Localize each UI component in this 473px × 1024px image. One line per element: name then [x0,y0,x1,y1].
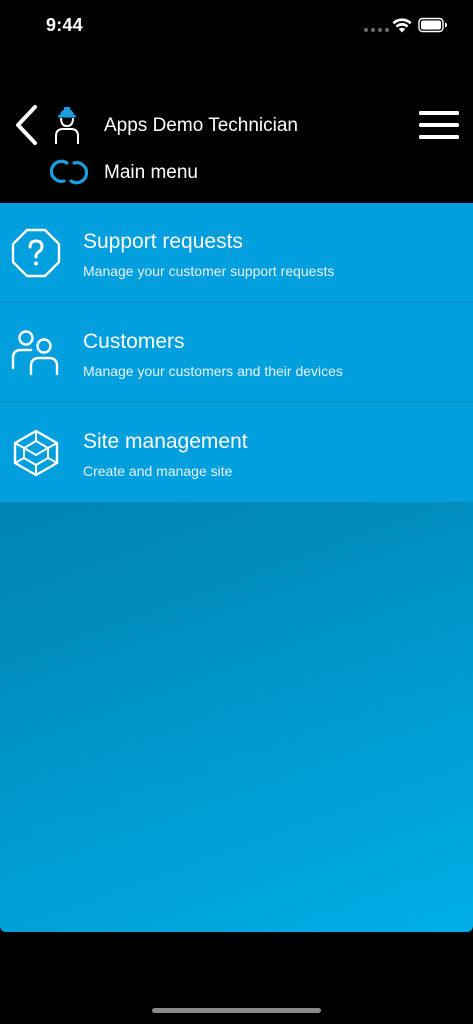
main-content: Support requests Manage your customer su… [0,203,473,932]
menu-item-customers[interactable]: Customers Manage your customers and thei… [0,303,473,403]
home-indicator[interactable] [152,1008,321,1013]
users-icon [11,330,59,376]
menu-item-description: Manage your customers and their devices [83,363,343,379]
back-button[interactable] [10,103,42,147]
status-bar: 9:44 [0,0,473,54]
question-octagon-icon [11,228,61,278]
hamburger-menu-button[interactable] [418,109,460,141]
page-title: Apps Demo Technician [104,115,298,136]
wifi-icon [392,18,412,33]
menu-item-title: Customers [83,330,185,353]
menu-item-site-management[interactable]: Site management Create and manage site [0,403,473,503]
status-time: 9:44 [46,15,83,35]
menu-item-description: Manage your customer support requests [83,263,335,279]
menu-item-title: Support requests [83,230,243,253]
technician-helmet-icon [55,107,79,144]
menu-item-title: Site management [83,430,248,453]
menu-item-description: Create and manage site [83,463,233,479]
battery-icon [418,17,447,33]
link-chain-icon [50,159,88,185]
page-subtitle: Main menu [104,162,198,183]
signal-icon [364,28,389,32]
cube-outline-icon [13,429,59,477]
hamburger-menu-icon [419,111,459,139]
main-menu-list: Support requests Manage your customer su… [0,203,473,503]
app-header: Apps Demo Technician Main menu [0,95,473,203]
chevron-left-icon [16,105,37,145]
menu-item-support-requests[interactable]: Support requests Manage your customer su… [0,203,473,303]
app-screen: 9:44 Apps Demo Technician Main menu Supp… [0,0,473,1024]
